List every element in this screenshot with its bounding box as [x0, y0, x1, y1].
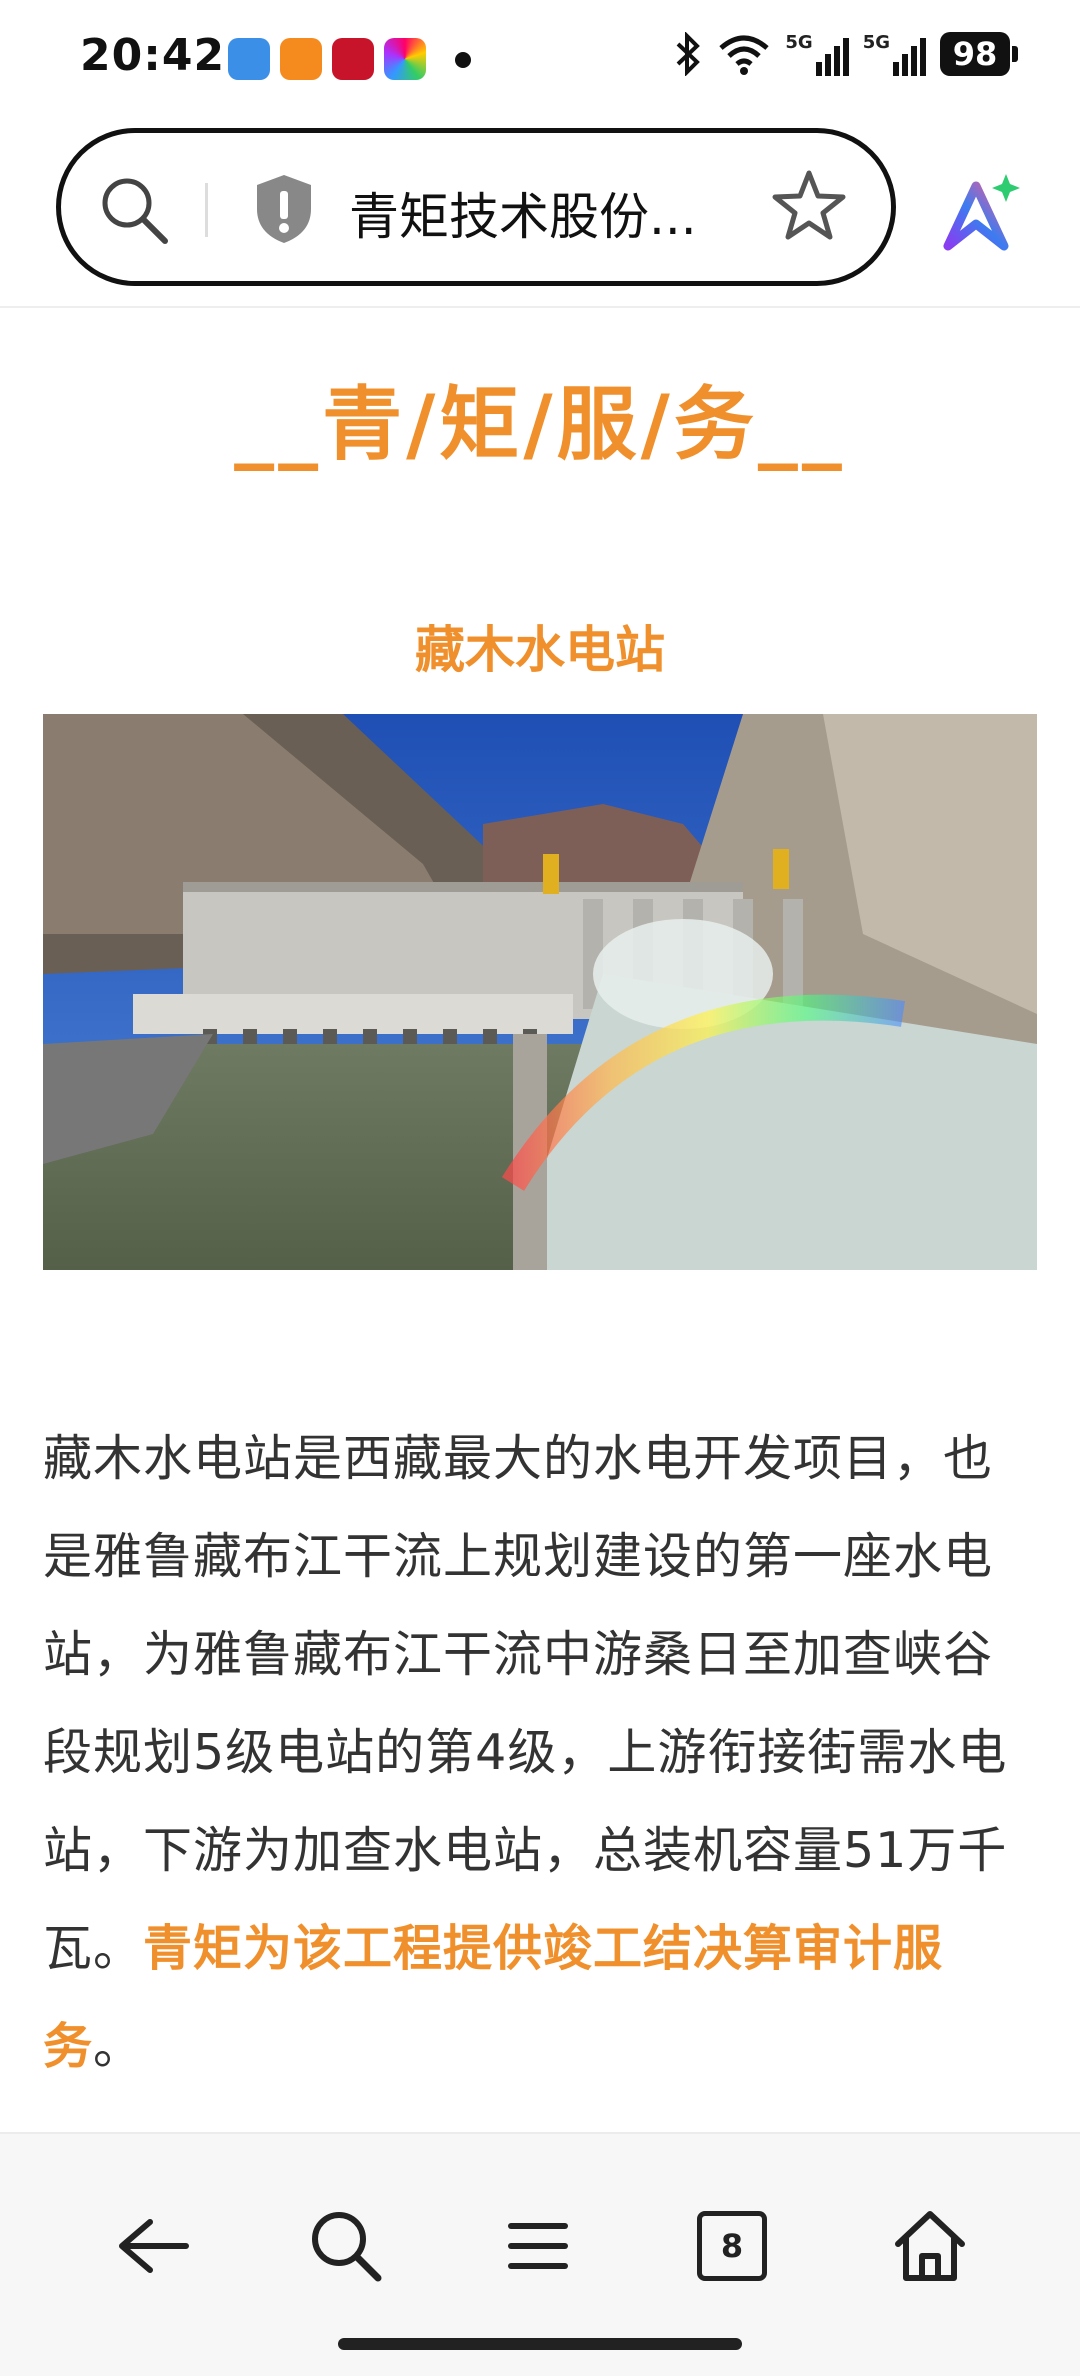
search-icon [312, 2212, 382, 2282]
back-button[interactable] [92, 2186, 212, 2306]
home-indicator-bar[interactable] [338, 2338, 742, 2350]
menu-icon [508, 2223, 568, 2269]
wifi-icon [719, 35, 770, 75]
hydropower-station-image [43, 714, 1037, 1270]
status-time: 20:42 [80, 30, 226, 81]
address-text[interactable]: 青矩技术股份... [349, 177, 697, 249]
search-button[interactable] [286, 2186, 406, 2306]
dam-photo [43, 714, 1037, 1270]
menu-button[interactable] [478, 2186, 598, 2306]
search-icon[interactable] [97, 173, 171, 247]
signal-5g-1: 5G [785, 32, 849, 76]
address-divider [205, 183, 208, 237]
project-description: 藏木水电站是西藏最大的水电开发项目，也是雅鲁藏布江干流上规划建设的第一座水电站，… [43, 1410, 1037, 2096]
bookmark-star-icon[interactable] [771, 167, 847, 243]
back-arrow-icon [119, 2219, 189, 2273]
signal-label: 5G [862, 32, 890, 53]
home-button[interactable] [870, 2186, 990, 2306]
project-title: 藏木水电站 [415, 621, 665, 679]
description-text: 藏木水电站是西藏最大的水电开发项目，也是雅鲁藏布江干流上规划建设的第一座水电站，… [43, 1430, 1008, 1977]
book-app-icon [280, 38, 322, 80]
app-notification-icon [228, 38, 270, 80]
address-bar[interactable]: 青矩技术股份... [56, 128, 896, 286]
photos-app-icon [384, 38, 426, 80]
service-highlight: 青矩为该工程提供竣工结决算审计服务 [43, 1920, 944, 2075]
section-title: __青/矩/服/务__ [234, 378, 846, 471]
header-divider [0, 306, 1080, 308]
description-end: 。 [93, 2018, 144, 2075]
bank-app-icon [332, 38, 374, 80]
bluetooth-icon [676, 32, 701, 76]
notification-icons [228, 38, 426, 80]
ai-assistant-icon[interactable] [940, 172, 1022, 254]
more-notifications-dot [455, 52, 471, 68]
signal-5g-2: 5G [863, 32, 926, 76]
tab-count: 8 [697, 2211, 767, 2281]
home-icon [895, 2211, 965, 2281]
signal-label: 5G [785, 32, 813, 53]
battery-indicator: 98 [940, 32, 1018, 76]
status-bar: 20:42 5G 5G 98 [0, 0, 1080, 118]
tabs-button[interactable]: 8 [672, 2186, 792, 2306]
security-shield-icon[interactable] [251, 171, 317, 247]
status-indicators: 5G 5G 98 [673, 32, 1018, 76]
